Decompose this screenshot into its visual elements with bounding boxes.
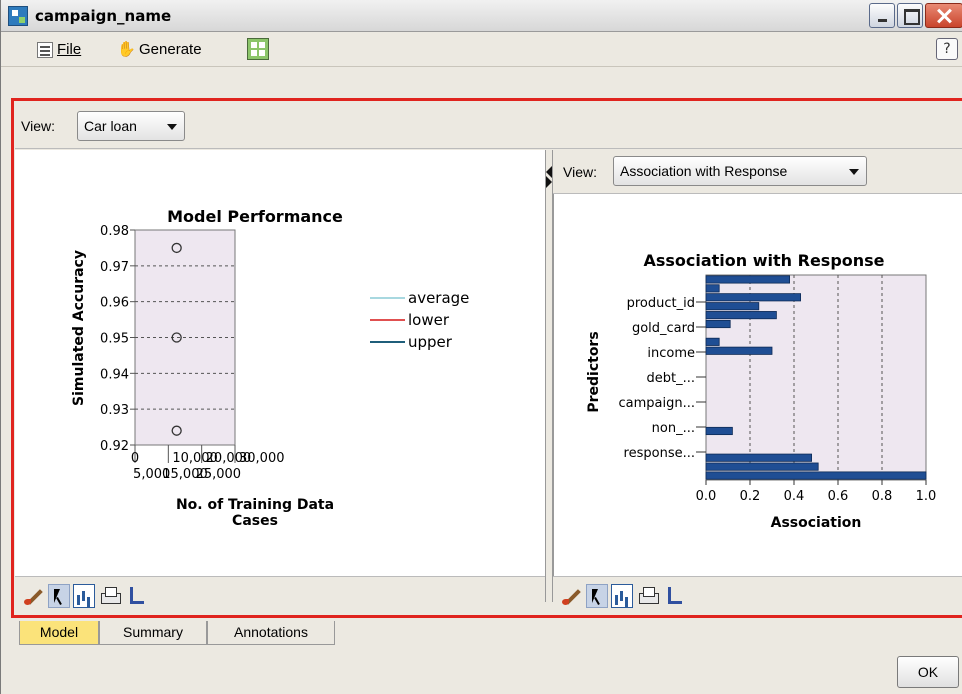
menu-bar: File ✋ Generate — [1, 33, 962, 67]
dialog-window: campaign_name File ✋ Generate ? View: Ca… — [0, 0, 962, 694]
tab-annotations[interactable]: Annotations — [207, 621, 335, 645]
window-title: campaign_name — [35, 7, 172, 25]
highlight-frame — [11, 98, 962, 618]
app-icon — [8, 6, 28, 26]
minimize-button[interactable] — [869, 3, 895, 28]
tab-model[interactable]: Model — [19, 621, 99, 645]
title-bar[interactable]: campaign_name — [1, 0, 962, 32]
close-button[interactable] — [925, 3, 962, 28]
generate-icon: ✋ — [117, 41, 136, 58]
maximize-button[interactable] — [897, 3, 923, 28]
file-menu-label: File — [57, 41, 82, 58]
model-browser-icon[interactable] — [247, 38, 269, 60]
file-icon — [37, 42, 53, 58]
help-icon[interactable]: ? — [936, 38, 958, 60]
tab-strip: Model Summary Annotations — [15, 621, 962, 645]
tab-summary[interactable]: Summary — [99, 621, 207, 645]
ok-button[interactable]: OK — [897, 656, 959, 688]
generate-menu-label: Generate — [139, 41, 202, 58]
